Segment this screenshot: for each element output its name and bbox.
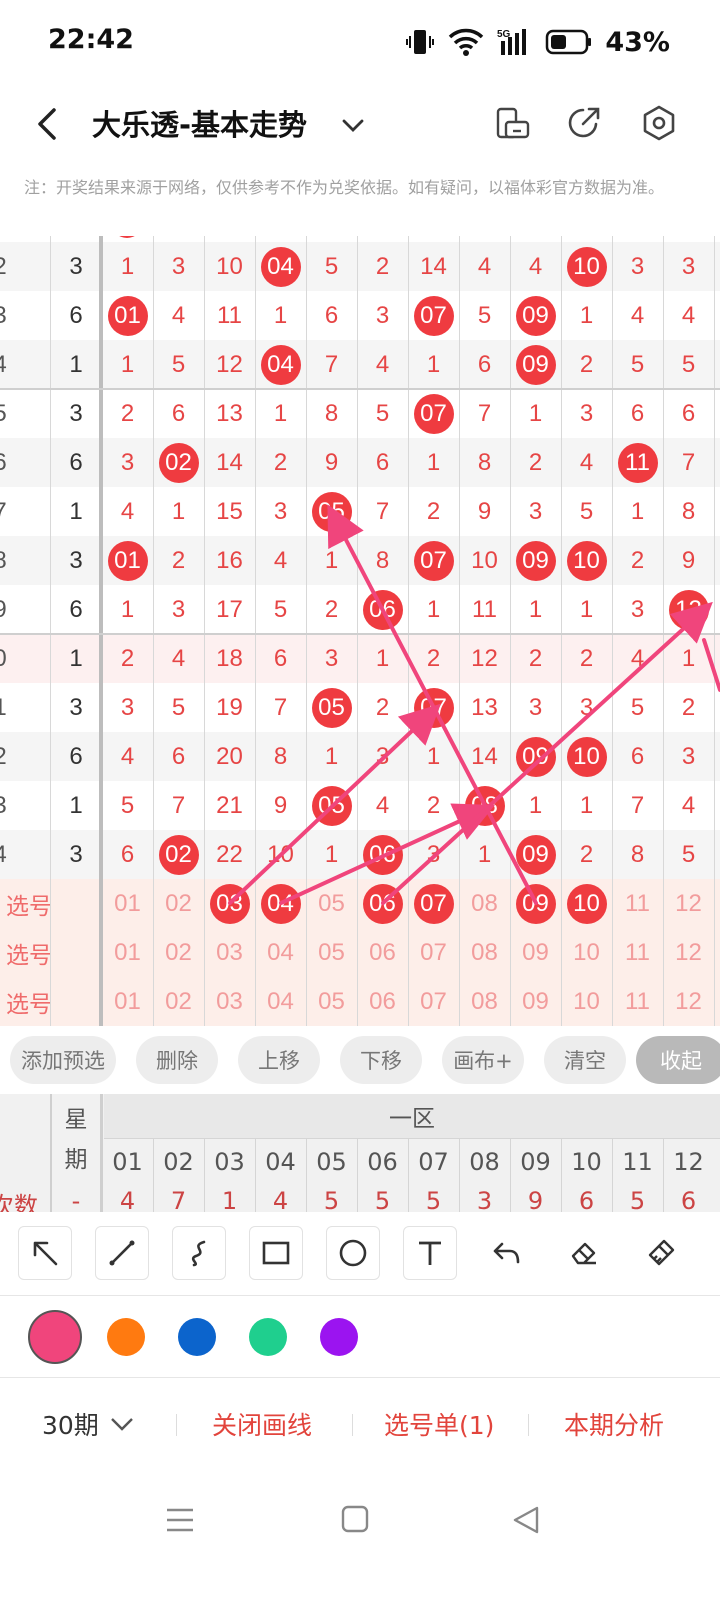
system-nav-bar xyxy=(0,1480,720,1604)
column-number: 02 xyxy=(163,1148,194,1176)
color-swatch[interactable] xyxy=(107,1318,145,1356)
divider xyxy=(176,1414,177,1436)
column-number: 06 xyxy=(367,1148,398,1176)
canvas-plus-button[interactable]: 画布+ xyxy=(442,1036,524,1084)
header-grid-line xyxy=(104,1138,720,1139)
header-grid-line xyxy=(100,1094,103,1212)
divider xyxy=(528,1414,529,1436)
count-value: 9 xyxy=(527,1187,544,1212)
close-drawing-button[interactable]: 关闭画线 xyxy=(212,1404,312,1444)
count-value: 5 xyxy=(629,1187,646,1212)
column-number: 10 xyxy=(571,1148,602,1176)
header-grid-line xyxy=(204,1138,205,1212)
color-swatch[interactable] xyxy=(28,1310,82,1364)
arrow-tool[interactable] xyxy=(18,1226,72,1280)
header-grid-line xyxy=(50,1094,52,1212)
move-up-button[interactable]: 上移 xyxy=(238,1036,320,1084)
header-grid-line xyxy=(510,1138,511,1212)
color-swatch[interactable] xyxy=(320,1318,358,1356)
count-value: 5 xyxy=(323,1187,340,1212)
drawing-toolbar xyxy=(0,1212,720,1296)
header-grid-line xyxy=(663,1138,664,1212)
action-bar: 添加预选 删除 上移 下移 画布+ 清空 收起 xyxy=(0,1032,720,1088)
period-select-label: 30期 xyxy=(42,1411,99,1440)
drawing-canvas[interactable] xyxy=(0,0,720,1040)
color-swatch[interactable] xyxy=(178,1318,216,1356)
add-preselect-button[interactable]: 添加预选 xyxy=(10,1036,116,1084)
eraser-icon[interactable] xyxy=(557,1226,611,1280)
header-grid-line xyxy=(255,1138,256,1212)
delete-button[interactable]: 删除 xyxy=(136,1036,218,1084)
header-grid-line xyxy=(153,1138,154,1212)
week-header-char-2: 期 xyxy=(64,1147,88,1173)
divider xyxy=(352,1414,353,1436)
header-grid-line xyxy=(408,1138,409,1212)
drawn-arrow-4[interactable] xyxy=(327,504,538,905)
week-header: 星 期 xyxy=(52,1094,100,1186)
count-value: 6 xyxy=(578,1187,595,1212)
count-value: 5 xyxy=(374,1187,391,1212)
header-grid-line xyxy=(612,1138,613,1212)
drawn-arrow-3[interactable] xyxy=(381,601,713,905)
period-select[interactable]: 30期 xyxy=(42,1404,137,1444)
week-header-char-1: 星 xyxy=(64,1107,88,1133)
zone-label: 一区 xyxy=(104,1094,720,1138)
brush-clear-icon[interactable] xyxy=(634,1226,688,1280)
count-value: 1 xyxy=(221,1187,238,1212)
count-label-text: 次数 xyxy=(0,1192,38,1212)
drawn-arrow-5[interactable] xyxy=(702,638,720,692)
bottom-bar: 30期 关闭画线 选号单(1) 本期分析 xyxy=(0,1380,720,1470)
column-number: 07 xyxy=(418,1148,449,1176)
chevron-down-icon xyxy=(110,1418,133,1431)
column-number: 03 xyxy=(214,1148,245,1176)
move-down-button[interactable]: 下移 xyxy=(340,1036,422,1084)
circle-tool[interactable] xyxy=(326,1226,380,1280)
home-icon[interactable] xyxy=(340,1504,370,1534)
header-grid-line xyxy=(357,1138,358,1212)
text-tool[interactable] xyxy=(403,1226,457,1280)
count-value: 5 xyxy=(425,1187,442,1212)
color-picker xyxy=(0,1298,720,1378)
back-nav-icon[interactable] xyxy=(510,1504,542,1536)
header-grid-line xyxy=(459,1138,460,1212)
column-number: 04 xyxy=(265,1148,296,1176)
column-number: 05 xyxy=(316,1148,347,1176)
zone-header: 一区 星 期 次数 - 01 4 02 7 03 1 04 4 05 5 06 5 07 5 08 3 09 9 1… xyxy=(0,1094,720,1212)
column-number: 11 xyxy=(622,1148,653,1176)
count-value: 4 xyxy=(119,1187,136,1212)
count-value: 3 xyxy=(476,1187,493,1212)
column-number: 08 xyxy=(469,1148,500,1176)
period-analysis-button[interactable]: 本期分析 xyxy=(564,1404,664,1444)
count-dash: - xyxy=(71,1187,81,1212)
color-swatch[interactable] xyxy=(249,1318,287,1356)
header-grid-line xyxy=(561,1138,562,1212)
line-tool[interactable] xyxy=(95,1226,149,1280)
undo-icon[interactable] xyxy=(480,1226,534,1280)
count-value: 6 xyxy=(680,1187,697,1212)
count-value: 7 xyxy=(170,1187,187,1212)
column-number: 09 xyxy=(520,1148,551,1176)
rect-tool[interactable] xyxy=(249,1226,303,1280)
header-grid-line xyxy=(306,1138,307,1212)
column-number: 12 xyxy=(673,1148,704,1176)
count-value: 4 xyxy=(272,1187,289,1212)
drawn-arrow-1[interactable] xyxy=(228,703,441,905)
collapse-button[interactable]: 收起 xyxy=(636,1036,720,1084)
menu-icon[interactable] xyxy=(164,1504,196,1536)
clear-button[interactable]: 清空 xyxy=(544,1036,626,1084)
pick-list-button[interactable]: 选号单(1) xyxy=(384,1404,494,1444)
column-number: 01 xyxy=(112,1148,143,1176)
curve-tool[interactable] xyxy=(172,1226,226,1280)
